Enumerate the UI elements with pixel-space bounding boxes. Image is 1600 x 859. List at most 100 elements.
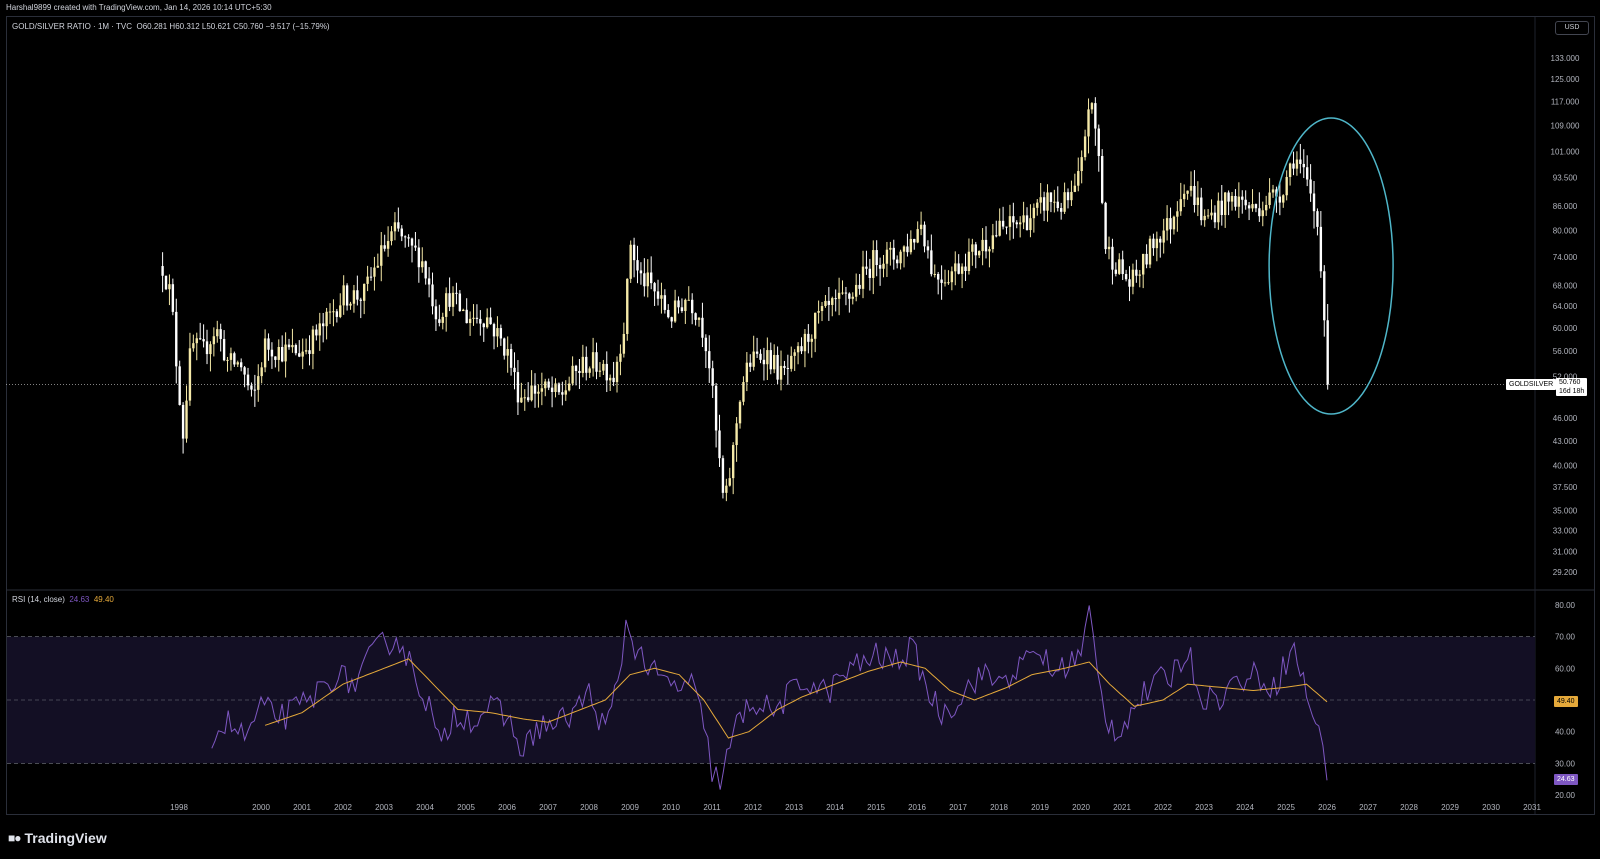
- x-axis-tick: 2006: [498, 803, 516, 812]
- candle-body: [1282, 195, 1285, 203]
- candle-body: [1193, 185, 1196, 206]
- candle-body: [1299, 159, 1302, 164]
- candle-body: [1230, 195, 1234, 202]
- candle-body: [380, 245, 383, 266]
- candle-body: [1124, 274, 1128, 280]
- candle-body: [885, 249, 889, 264]
- tradingview-logo[interactable]: ■● TradingView: [8, 830, 107, 846]
- last-price-tag: 50.760 16d 18h: [1556, 378, 1588, 396]
- candle-body: [386, 241, 390, 249]
- candle-body: [769, 350, 772, 370]
- candle-body: [1083, 136, 1087, 158]
- x-axis-tick: 2020: [1072, 803, 1090, 812]
- candle-body: [1032, 207, 1036, 219]
- candle-body: [161, 266, 164, 276]
- candle-body: [352, 290, 356, 304]
- candle-body: [298, 353, 301, 357]
- candle-body: [759, 353, 762, 360]
- candle-body: [865, 266, 868, 269]
- x-axis-tick: 2009: [621, 803, 639, 812]
- candle-body: [728, 478, 731, 486]
- candle-body: [892, 247, 895, 260]
- candle-body: [673, 300, 677, 322]
- currency-button[interactable]: USD: [1555, 21, 1589, 35]
- candle-body: [1169, 218, 1172, 230]
- candle-body: [605, 363, 608, 381]
- x-axis-tick: 2001: [293, 803, 311, 812]
- candle-body: [779, 365, 783, 380]
- candle-body: [178, 366, 181, 405]
- candle-body: [1159, 238, 1162, 243]
- candle-body: [1148, 238, 1152, 265]
- candle-body: [530, 385, 533, 401]
- rsi-axis-tick: 30.00: [1555, 759, 1576, 768]
- candle-body: [571, 365, 574, 384]
- candle-body: [260, 367, 263, 377]
- candle-body: [328, 311, 332, 313]
- candle-body: [680, 307, 684, 311]
- candle-body: [1247, 205, 1251, 209]
- candle-body: [1128, 279, 1131, 287]
- candle-body: [772, 354, 776, 370]
- annotation-circle: [1268, 117, 1394, 415]
- candle-body: [660, 295, 663, 299]
- candle-body: [670, 317, 673, 322]
- candle-body: [1073, 185, 1077, 192]
- price-axis-tick: 37.500: [1553, 483, 1578, 492]
- candle-body: [294, 345, 298, 354]
- candle-body: [482, 323, 485, 328]
- candle-body: [1206, 215, 1210, 217]
- candle-body: [434, 306, 438, 320]
- candle-body: [868, 268, 872, 278]
- candle-body: [1302, 163, 1305, 168]
- candle-body: [1234, 195, 1237, 207]
- candle-body: [807, 333, 810, 342]
- x-axis-tick: 2003: [375, 803, 393, 812]
- candle-body: [424, 261, 427, 279]
- candle-body: [229, 353, 233, 360]
- candle-body: [595, 352, 598, 372]
- candle-body: [421, 261, 424, 268]
- candle-body: [1292, 163, 1295, 169]
- candle-body: [164, 275, 168, 290]
- chart-svg[interactable]: 133.000 125.000 117.000 109.000 101.000 93.50…: [0, 0, 1600, 859]
- candle-body: [239, 362, 243, 368]
- candle-body: [694, 313, 697, 320]
- candle-body: [373, 267, 376, 277]
- low-value: 50.621: [206, 22, 231, 31]
- candle-body: [1196, 197, 1200, 206]
- candle-body: [291, 345, 294, 348]
- candle-body: [1107, 246, 1111, 250]
- candle-body: [267, 338, 270, 350]
- candle-body: [407, 237, 410, 239]
- candle-body: [458, 293, 462, 312]
- candle-body: [813, 312, 817, 339]
- candle-body: [277, 347, 280, 360]
- symbol-label: GOLD/SILVER RATIO · 1M · TVC: [12, 22, 133, 31]
- candle-body: [325, 311, 328, 327]
- candle-body: [834, 298, 837, 300]
- candle-body: [967, 251, 971, 271]
- rsi-legend-value: 24.63: [69, 595, 90, 604]
- candle-body: [1285, 176, 1288, 196]
- candle-body: [321, 323, 325, 327]
- price-axis-tick: 31.000: [1553, 548, 1578, 557]
- candle-body: [943, 282, 947, 284]
- candle-body: [872, 250, 875, 278]
- candle-body: [585, 356, 588, 373]
- candle-body: [345, 285, 349, 306]
- price-axis-tick: 93.500: [1553, 173, 1578, 182]
- candle-body: [1049, 192, 1053, 202]
- x-axis-tick: 2022: [1154, 803, 1172, 812]
- candle-body: [366, 276, 369, 284]
- candle-body: [1036, 202, 1039, 208]
- tradingview-logo-icon: ■●: [8, 831, 21, 845]
- candle-body: [1090, 103, 1094, 110]
- candle-body: [1319, 226, 1323, 272]
- candle-body: [762, 359, 766, 365]
- rsi-ma-tag: 49.40: [1554, 696, 1578, 707]
- price-axis-tick: 46.000: [1553, 414, 1578, 423]
- x-axis-tick: 2027: [1359, 803, 1377, 812]
- candle-body: [1012, 216, 1015, 223]
- x-axis-tick: 2031: [1523, 803, 1541, 812]
